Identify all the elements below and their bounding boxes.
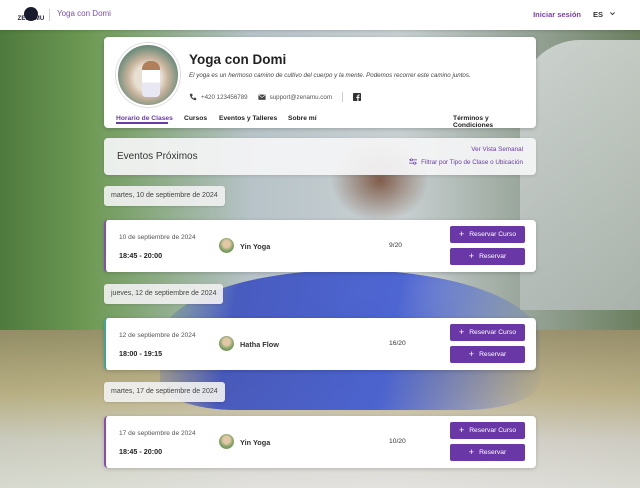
chevron-down-icon (609, 10, 616, 19)
avatar (116, 43, 180, 107)
event-name[interactable]: Yin Yoga (240, 242, 270, 251)
reserve-button[interactable]: + Reservar (450, 248, 525, 265)
plus-icon: + (458, 229, 465, 239)
event-capacity: 10/20 (389, 438, 406, 445)
event-time: 18:45 - 20:00 (119, 447, 163, 456)
background-bridge (520, 40, 640, 310)
profile-description: El yoga es un hermoso camino de cultivo … (189, 72, 471, 79)
logo-text: ZENAMU (17, 16, 45, 22)
tab-class-schedule[interactable]: Horario de Clases (116, 115, 173, 124)
event-time: 18:45 - 20:00 (119, 251, 163, 260)
instructor-avatar (219, 336, 234, 351)
event-card: 17 de septiembre de 2024 18:45 - 20:00 Y… (104, 416, 536, 468)
weekly-view-link[interactable]: Ver Vista Semanal (471, 146, 523, 153)
mail-icon (258, 93, 266, 101)
event-date: 12 de septiembre de 2024 (119, 332, 196, 339)
tab-courses[interactable]: Cursos (184, 115, 207, 122)
language-selector[interactable]: ES (593, 10, 616, 19)
filter-icon (409, 158, 418, 167)
button-label: Reservar (479, 253, 507, 260)
filter-label: Filtrar por Tipo de Clase o Ubicación (421, 159, 523, 166)
tab-events-workshops[interactable]: Eventos y Talleres (219, 115, 277, 122)
event-capacity: 16/20 (389, 340, 406, 347)
instructor-avatar (219, 434, 234, 449)
reserve-course-button[interactable]: + Reservar Curso (450, 422, 525, 439)
event-capacity: 9/20 (389, 242, 403, 249)
plus-icon: + (468, 447, 475, 457)
reserve-course-button[interactable]: + Reservar Curso (450, 324, 525, 341)
topbar-divider (49, 9, 50, 21)
button-label: Reservar Curso (469, 427, 517, 434)
contact-row: +420 123456789 support@zenamu.com (189, 92, 371, 102)
brand-link[interactable]: Yoga con Domi (57, 9, 111, 18)
day-header: jueves, 12 de septiembre de 2024 (104, 284, 224, 304)
profile-tabs: Horario de Clases Cursos Eventos y Talle… (116, 115, 526, 129)
email-address: support@zenamu.com (269, 93, 332, 101)
tab-label: Horario de Clases (116, 115, 173, 122)
phone-number: +420 123456789 (201, 93, 248, 101)
reserve-button[interactable]: + Reservar (450, 444, 525, 461)
button-label: Reservar (479, 449, 507, 456)
avatar-figure (142, 61, 160, 97)
plus-icon: + (468, 349, 475, 359)
zenamu-logo[interactable]: ZENAMU (17, 7, 45, 23)
top-navbar: ZENAMU Yoga con Domi Iniciar sesión ES (0, 0, 640, 30)
upcoming-events-header: Eventos Próximos Ver Vista Semanal Filtr… (104, 138, 536, 175)
facebook-icon (352, 93, 361, 101)
tab-about-me[interactable]: Sobre mí (288, 115, 317, 122)
day-header: martes, 17 de septiembre de 2024 (104, 382, 225, 402)
instructor-avatar (219, 238, 234, 253)
button-label: Reservar Curso (469, 231, 517, 238)
language-code: ES (592, 10, 603, 19)
event-card: 10 de septiembre de 2024 18:45 - 20:00 Y… (104, 220, 536, 272)
active-tab-indicator (116, 122, 168, 124)
profile-name: Yoga con Domi (189, 52, 287, 67)
button-label: Reservar Curso (469, 329, 517, 336)
facebook-link[interactable] (352, 93, 361, 101)
tab-terms[interactable]: Términos y Condiciones (453, 115, 526, 129)
phone-icon (189, 93, 197, 101)
event-card: 12 de septiembre de 2024 18:00 - 19:15 H… (104, 318, 536, 370)
login-link[interactable]: Iniciar sesión (533, 10, 581, 19)
day-header: martes, 10 de septiembre de 2024 (104, 186, 225, 206)
filter-link[interactable]: Filtrar por Tipo de Clase o Ubicación (409, 158, 523, 167)
plus-icon: + (458, 425, 465, 435)
email-contact[interactable]: support@zenamu.com (258, 93, 332, 101)
button-label: Reservar (479, 351, 507, 358)
event-time: 18:00 - 19:15 (119, 349, 163, 358)
event-date: 10 de septiembre de 2024 (119, 234, 196, 241)
reserve-course-button[interactable]: + Reservar Curso (450, 226, 525, 243)
event-name[interactable]: Yin Yoga (240, 438, 270, 447)
event-name[interactable]: Hatha Flow (240, 340, 279, 349)
phone-contact[interactable]: +420 123456789 (189, 93, 248, 101)
plus-icon: + (458, 327, 465, 337)
event-date: 17 de septiembre de 2024 (119, 430, 196, 437)
profile-card: Yoga con Domi El yoga es un hermoso cami… (104, 37, 536, 129)
plus-icon: + (468, 251, 475, 261)
reserve-button[interactable]: + Reservar (450, 346, 525, 363)
contact-divider (341, 92, 343, 102)
events-title: Eventos Próximos (117, 151, 198, 162)
